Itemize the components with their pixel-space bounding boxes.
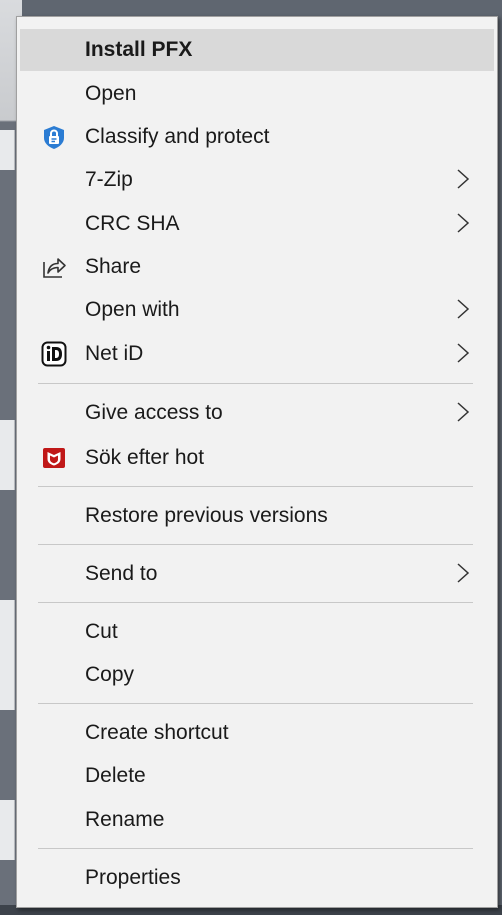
context-menu: Install PFX Open Classify and protect 7-… — [16, 16, 498, 908]
menu-item-label: Properties — [85, 866, 181, 889]
chevron-right-icon — [456, 168, 470, 190]
menu-item-install-pfx[interactable]: Install PFX — [20, 29, 494, 71]
menu-item-label: Copy — [85, 663, 135, 686]
chevron-right-icon — [456, 342, 470, 364]
chevron-right-icon — [456, 298, 470, 320]
menu-item-7zip[interactable]: 7-Zip — [20, 159, 494, 201]
menu-separator — [38, 544, 473, 545]
menu-item-properties[interactable]: Properties — [20, 857, 494, 899]
menu-item-label: CRC SHA — [85, 212, 180, 235]
menu-separator — [38, 602, 473, 603]
menu-item-create-shortcut[interactable]: Create shortcut — [20, 712, 494, 754]
menu-item-net-id[interactable]: Net iD — [20, 333, 494, 375]
menu-item-label: 7-Zip — [85, 168, 133, 191]
menu-separator — [38, 703, 473, 704]
chevron-right-icon — [456, 212, 470, 234]
share-icon — [41, 254, 67, 280]
netid-icon — [41, 341, 67, 367]
background-fragment — [0, 800, 15, 860]
menu-item-label: Restore previous versions — [85, 504, 328, 527]
background-fragment — [0, 600, 15, 710]
menu-item-label: Classify and protect — [85, 125, 270, 148]
menu-item-copy[interactable]: Copy — [20, 654, 494, 696]
menu-item-open[interactable]: Open — [20, 73, 494, 115]
background-fragment — [0, 130, 15, 170]
menu-item-label: Open — [85, 82, 137, 105]
menu-item-label: Send to — [85, 562, 158, 585]
menu-item-label: Cut — [85, 620, 118, 643]
mcafee-shield-icon — [41, 445, 67, 471]
menu-item-label: Share — [85, 255, 142, 278]
menu-item-label: Give access to — [85, 401, 223, 424]
menu-separator — [38, 486, 473, 487]
chevron-right-icon — [456, 401, 470, 423]
menu-item-open-with[interactable]: Open with — [20, 289, 494, 331]
menu-separator — [38, 848, 473, 849]
menu-item-delete[interactable]: Delete — [20, 755, 494, 797]
background-fragment — [0, 420, 15, 490]
menu-item-give-access[interactable]: Give access to — [20, 392, 494, 434]
menu-item-restore-previous-versions[interactable]: Restore previous versions — [20, 495, 494, 537]
menu-item-rename[interactable]: Rename — [20, 799, 494, 841]
lock-shield-icon — [41, 124, 67, 150]
menu-item-label: Sök efter hot — [85, 446, 205, 469]
menu-item-label: Install PFX — [85, 38, 193, 61]
menu-item-sok-efter-hot[interactable]: Sök efter hot — [20, 437, 494, 479]
menu-item-label: Open with — [85, 298, 180, 321]
menu-item-share[interactable]: Share — [20, 246, 494, 288]
menu-separator — [38, 383, 473, 384]
menu-item-classify-protect[interactable]: Classify and protect — [20, 116, 494, 158]
menu-item-label: Rename — [85, 808, 165, 831]
menu-item-label: Net iD — [85, 342, 144, 365]
chevron-right-icon — [456, 562, 470, 584]
menu-item-label: Delete — [85, 764, 146, 787]
menu-item-crc-sha[interactable]: CRC SHA — [20, 203, 494, 245]
menu-item-cut[interactable]: Cut — [20, 611, 494, 653]
menu-item-send-to[interactable]: Send to — [20, 553, 494, 595]
menu-item-label: Create shortcut — [85, 721, 229, 744]
